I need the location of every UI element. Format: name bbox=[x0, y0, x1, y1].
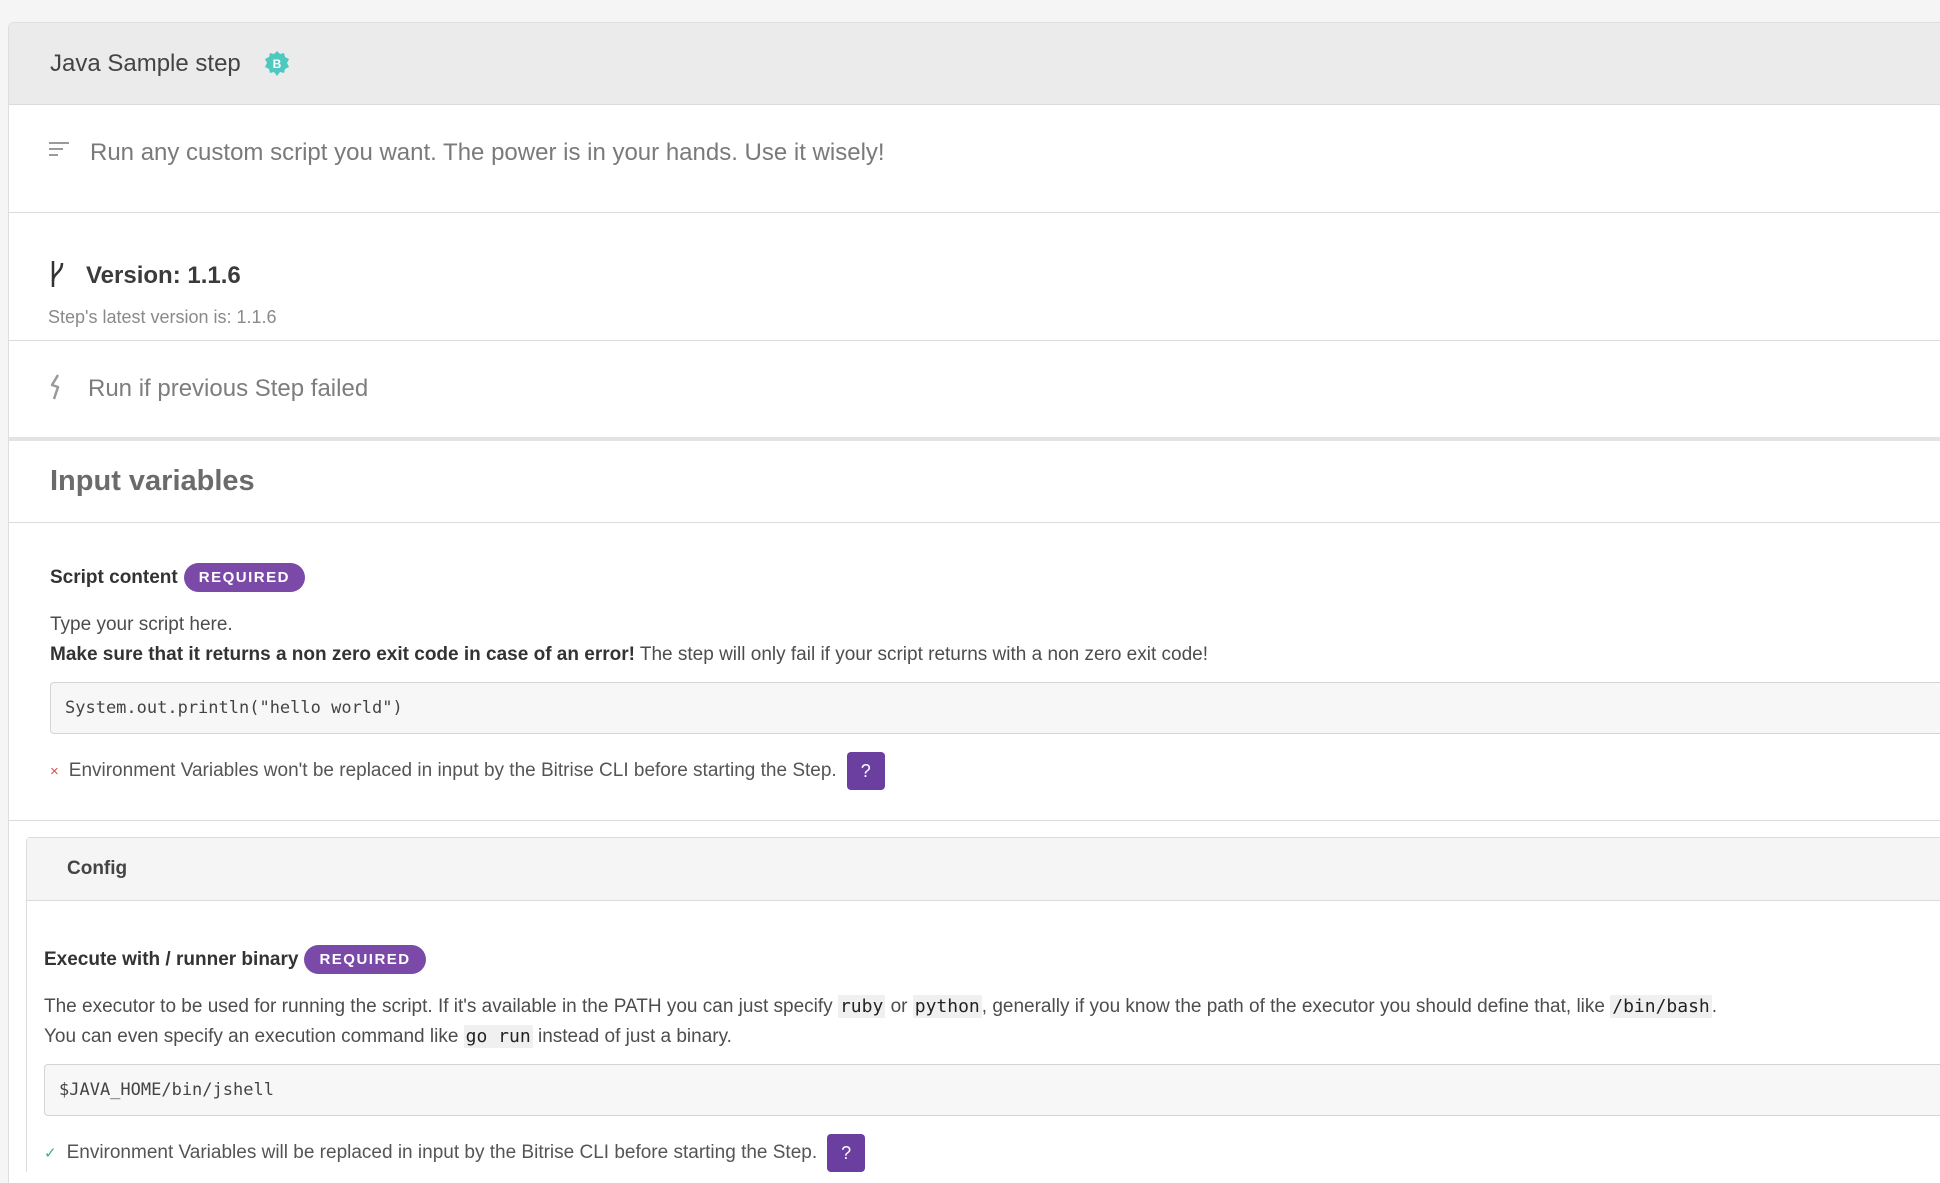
env-replace-text: Environment Variables will be replaced i… bbox=[66, 1142, 818, 1163]
run-if-text: Run if previous Step failed bbox=[88, 375, 369, 402]
check-icon: ✓ bbox=[44, 1145, 57, 1162]
env-replace-text: Environment Variables won't be replaced … bbox=[68, 760, 837, 781]
version-branch-icon bbox=[48, 257, 64, 294]
step-config-panel: Java Sample step B Run any custom script… bbox=[8, 22, 1940, 1183]
input-variables-header: Input variables bbox=[9, 441, 1940, 523]
runner-binary-label: Execute with / runner binary bbox=[44, 948, 299, 970]
env-help-button[interactable]: ? bbox=[846, 752, 885, 790]
verified-badge-icon: B bbox=[263, 50, 291, 78]
run-if-section[interactable]: Run if previous Step failed bbox=[9, 341, 1940, 441]
description-icon bbox=[48, 141, 70, 164]
env-replace-row: × Environment Variables won't be replace… bbox=[50, 752, 1940, 790]
required-badge: REQUIRED bbox=[304, 945, 426, 974]
step-title: Java Sample step bbox=[50, 49, 241, 77]
input-variables-title: Input variables bbox=[50, 465, 255, 497]
config-wrapper: Config Execute with / runner binary REQU… bbox=[9, 820, 1940, 1172]
script-content-label: Script content bbox=[50, 566, 178, 588]
run-if-icon bbox=[48, 373, 64, 406]
step-description: Run any custom script you want. The powe… bbox=[9, 105, 1940, 213]
version-label: Version: 1.1.6 bbox=[86, 261, 241, 289]
script-content-input-group: Script content REQUIRED Type your script… bbox=[9, 523, 1940, 790]
required-badge: REQUIRED bbox=[183, 563, 305, 592]
script-help-text: Type your script here. Make sure that it… bbox=[50, 614, 1209, 665]
runner-help-text: The executor to be used for running the … bbox=[44, 995, 1718, 1048]
runner-binary-input[interactable]: $JAVA_HOME/bin/jshell bbox=[44, 1064, 1940, 1116]
step-header: Java Sample step B bbox=[9, 23, 1940, 105]
cross-icon: × bbox=[50, 762, 59, 780]
env-help-button[interactable]: ? bbox=[827, 1134, 866, 1172]
latest-version-text: Step's latest version is: 1.1.6 bbox=[48, 307, 277, 327]
runner-binary-input-group: Execute with / runner binary REQUIRED Th… bbox=[22, 901, 1940, 1172]
description-text: Run any custom script you want. The powe… bbox=[90, 139, 885, 166]
script-content-input[interactable]: System.out.println("hello world") bbox=[50, 682, 1940, 734]
env-replace-row: ✓ Environment Variables will be replaced… bbox=[44, 1134, 1940, 1172]
config-header[interactable]: Config bbox=[27, 838, 1940, 901]
config-group: Config Execute with / runner binary REQU… bbox=[26, 837, 1940, 1172]
svg-text:B: B bbox=[272, 57, 281, 71]
version-section: Version: 1.1.6 Step's latest version is:… bbox=[9, 213, 1940, 341]
